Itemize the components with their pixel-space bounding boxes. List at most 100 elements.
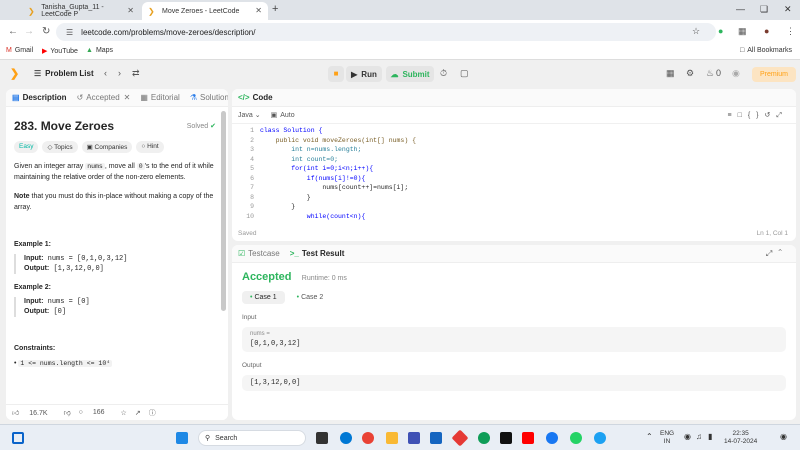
file-explorer-icon[interactable] — [316, 432, 328, 444]
copilot-icon[interactable] — [340, 432, 352, 444]
bookmark-star-icon[interactable]: ☆ — [692, 26, 700, 37]
bookmark-maps[interactable]: ▲ Maps — [86, 47, 113, 54]
extensions-puzzle-icon[interactable]: ▦ — [738, 26, 747, 37]
streak-fire-icon[interactable]: ♨ — [706, 68, 714, 79]
start-windows-icon[interactable] — [176, 432, 188, 444]
netflix-icon[interactable] — [500, 432, 512, 444]
close-icon[interactable]: ✕ — [127, 6, 134, 15]
mode-label[interactable]: Auto — [280, 112, 294, 119]
format-icon[interactable]: ≡ — [728, 112, 738, 119]
extension-icon[interactable]: ● — [718, 26, 723, 36]
collapse-icon[interactable]: ⌃ — [778, 249, 788, 258]
notification-icon[interactable]: ◉ — [780, 433, 787, 441]
site-settings-icon[interactable]: ☰ — [66, 28, 73, 37]
bookmark-youtube[interactable]: ▶ YouTube — [42, 47, 78, 56]
reload-icon[interactable]: ↻ — [42, 26, 50, 37]
timer-icon[interactable]: ⏱ — [440, 68, 447, 79]
browser-menu-icon[interactable]: ⋮ — [786, 26, 795, 37]
language-indicator[interactable]: ENG IN — [660, 430, 674, 446]
new-tab-icon[interactable]: + — [272, 3, 278, 15]
tab-testcase[interactable]: ☑ Testcase — [238, 249, 280, 258]
browser-tab-profile[interactable]: ❯ Tanisha_Gupta_11 - LeetCode P ✕ — [22, 2, 140, 20]
store-icon[interactable] — [430, 432, 442, 444]
tab-solutions[interactable]: ⚗ Solutions — [190, 93, 228, 102]
debug-icon[interactable]: ■ — [328, 66, 344, 82]
all-bookmarks[interactable]: □ All Bookmarks — [740, 47, 792, 54]
youtube-app-icon[interactable] — [522, 432, 534, 444]
tab-title: Move Zeroes - LeetCode — [162, 7, 240, 15]
app-icon[interactable] — [408, 432, 420, 444]
chrome-icon[interactable] — [362, 432, 374, 444]
volume-icon[interactable]: ♫ — [696, 433, 702, 441]
folder-icon[interactable] — [386, 432, 398, 444]
chevron-up-icon[interactable]: ⌃ — [646, 433, 653, 441]
companies-chip[interactable]: ▣ Companies — [81, 141, 133, 153]
office-icon[interactable] — [451, 429, 469, 447]
reset-icon[interactable]: ↺ — [765, 112, 777, 119]
premium-button[interactable]: Premium — [752, 67, 796, 82]
code-line: public void moveZeroes(int[] nums) { — [260, 136, 417, 144]
output-label: Output: — [24, 265, 50, 272]
star-icon[interactable]: ☆ — [121, 409, 127, 417]
next-problem-icon[interactable]: › — [118, 68, 121, 78]
share-icon[interactable]: ↗ — [135, 409, 141, 417]
tab-accepted[interactable]: ↺ Accepted ✕ — [77, 93, 131, 102]
layout-icon[interactable]: ▦ — [666, 68, 675, 79]
fullscreen-icon[interactable]: ⤢ — [776, 112, 788, 119]
problem-list-button[interactable]: ☰ Problem List — [34, 69, 94, 78]
hint-chip[interactable]: ○ Hint — [136, 141, 164, 153]
notes-icon[interactable]: ▢ — [460, 68, 469, 79]
case-1-tab[interactable]: • Case 1 — [242, 291, 285, 304]
taskbar-search[interactable]: ⚲ Search — [198, 430, 306, 446]
url-text: leetcode.com/problems/move-zeroes/descri… — [81, 27, 256, 37]
settings-gear-icon[interactable]: ⚙ — [686, 68, 694, 79]
expand-icon[interactable]: ⤢ — [766, 249, 778, 258]
task-view-icon[interactable] — [12, 432, 24, 444]
bookmark-icon[interactable]: □ — [738, 112, 748, 119]
back-arrow-icon[interactable]: ← — [8, 26, 18, 37]
close-icon[interactable]: ✕ — [124, 93, 131, 102]
profile-avatar-icon[interactable]: ● — [764, 26, 769, 36]
minimize-icon[interactable]: — — [736, 4, 745, 14]
battery-icon[interactable]: ▮ — [708, 433, 712, 441]
facebook-icon[interactable] — [546, 432, 558, 444]
language-select[interactable]: Java ⌄ — [238, 111, 261, 119]
problem-list-label: Problem List — [45, 69, 94, 78]
thumbs-down-icon[interactable]: 👎︎ — [64, 408, 71, 417]
tab-editorial[interactable]: ▦ Editorial — [140, 93, 179, 102]
comments-button[interactable]: ○ 166 — [79, 409, 113, 416]
code-editor[interactable]: 1 2 3 4 5 6 7 8 9 10 class Solution { pu… — [232, 123, 796, 227]
forward-arrow-icon[interactable]: → — [24, 26, 34, 37]
like-button[interactable]: 👍︎ 16.7K — [12, 408, 56, 417]
clock[interactable]: 22:35 14-07-2024 — [724, 430, 757, 446]
run-button[interactable]: ▶ Run — [346, 66, 382, 82]
description-scrollbar[interactable] — [221, 111, 226, 311]
braces-icon[interactable]: {} — [748, 112, 765, 119]
url-field[interactable]: ☰ leetcode.com/problems/move-zeroes/desc… — [56, 23, 716, 41]
submit-button[interactable]: ☁ Submit — [386, 66, 434, 82]
tab-label: Code — [252, 93, 273, 102]
restore-icon[interactable]: ❏ — [760, 4, 768, 15]
wifi-icon[interactable]: ◉ — [684, 433, 691, 441]
tab-description[interactable]: ▤ Description — [12, 93, 67, 102]
messenger-icon[interactable] — [594, 432, 606, 444]
lock-icon: ▣ — [86, 144, 95, 151]
leetcode-logo-icon[interactable]: ❯ — [10, 67, 19, 80]
line-number: 7 — [250, 184, 254, 191]
prev-problem-icon[interactable]: ‹ — [104, 68, 107, 78]
help-icon[interactable]: ⓘ — [149, 408, 156, 418]
edge-icon[interactable] — [478, 432, 490, 444]
tab-code[interactable]: </> Code — [238, 93, 273, 102]
window-close-icon[interactable]: ✕ — [784, 4, 792, 15]
whatsapp-icon[interactable] — [570, 432, 582, 444]
user-avatar-icon[interactable]: ◉ — [732, 68, 740, 79]
case-2-tab[interactable]: • Case 2 — [289, 291, 332, 304]
bookmark-gmail[interactable]: M Gmail — [6, 47, 33, 54]
problem-description-panel: ▤ Description ↺ Accepted ✕ ▦ Editorial ⚗… — [6, 89, 228, 420]
tab-test-result[interactable]: >_ Test Result — [290, 249, 345, 258]
topics-chip[interactable]: ◇ Topics — [42, 141, 78, 153]
shuffle-icon[interactable]: ⇄ — [132, 68, 140, 79]
close-icon[interactable]: ✕ — [255, 6, 262, 15]
statement-text: , move all — [104, 163, 135, 170]
browser-tab-move-zeroes[interactable]: ❯ Move Zeroes - LeetCode ✕ — [142, 2, 268, 20]
